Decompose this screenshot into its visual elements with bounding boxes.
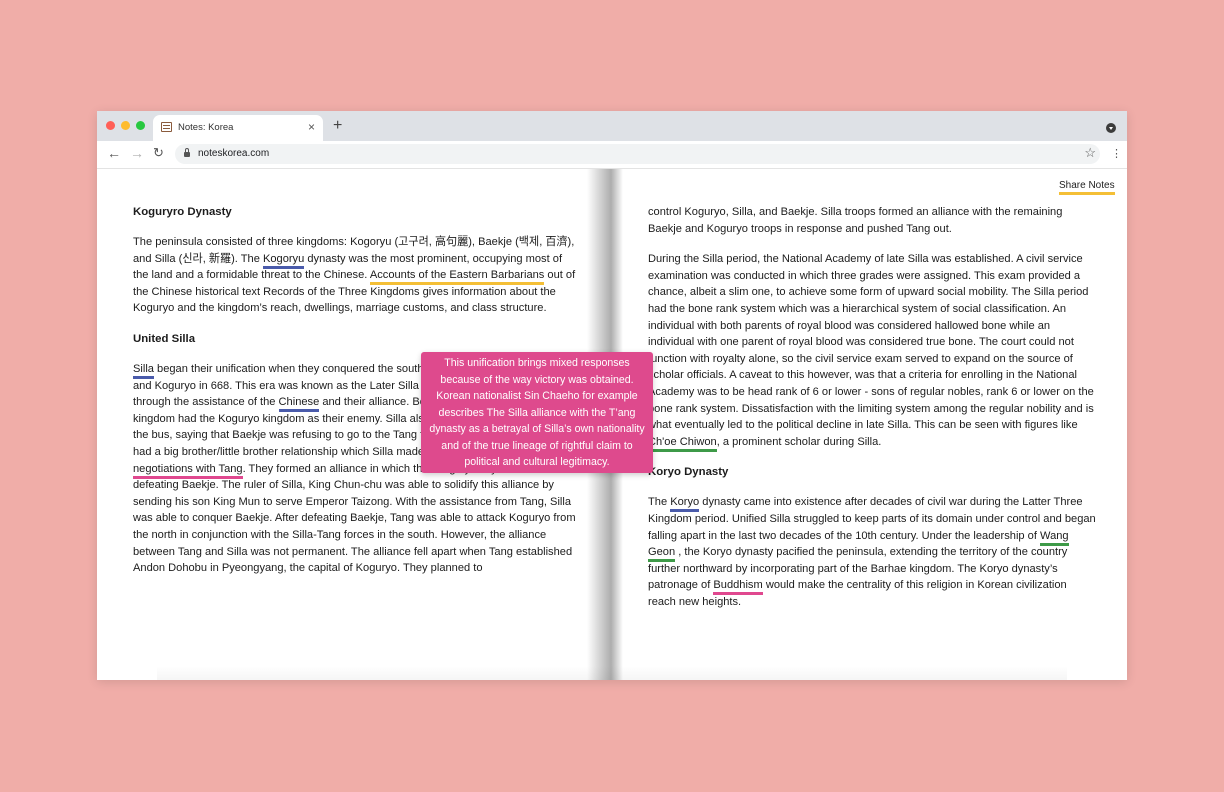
- text-segment: , a prominent scholar during Silla.: [716, 435, 882, 448]
- share-notes-button[interactable]: Share Notes: [1059, 180, 1115, 195]
- address-bar[interactable]: noteskorea.com ☆: [175, 144, 1100, 164]
- highlight-negotiations-with-tang[interactable]: negotiations with Tang: [133, 462, 243, 479]
- paragraph-control-koguryo: control Koguryo, Silla, and Baekje. Sill…: [648, 206, 1063, 235]
- right-page: control Koguryo, Silla, and Baekje. Sill…: [648, 204, 1096, 624]
- plus-icon[interactable]: +: [333, 117, 342, 135]
- heading-koryo-dynasty: Koryo Dynasty: [648, 466, 729, 479]
- paragraph-koryo: The Koryo dynasty came into existence af…: [648, 494, 1096, 610]
- highlight-chinese[interactable]: Chinese: [278, 396, 320, 413]
- text-segment: . They formed an alliance in which the T…: [133, 462, 577, 575]
- maximize-window-button[interactable]: [136, 121, 145, 130]
- paragraph-national-academy: During the Silla period, the National Ac…: [648, 251, 1096, 452]
- close-window-button[interactable]: [106, 121, 115, 130]
- close-icon[interactable]: ×: [308, 120, 315, 134]
- highlight-kogoryu[interactable]: Kogoryu: [262, 252, 305, 269]
- tab-title: Notes: Korea: [178, 122, 234, 133]
- lock-icon: [184, 148, 190, 157]
- highlight-accounts-of-the-eastern-barbarians[interactable]: Accounts of the Eastern Barbarians: [369, 269, 545, 286]
- text-segment: dynasty came into existence after decade…: [648, 496, 1096, 542]
- browser-toolbar: ← → ↻ noteskorea.com ☆ ⋮: [97, 141, 1127, 169]
- forward-arrow-icon[interactable]: →: [130, 145, 144, 161]
- back-arrow-icon[interactable]: ←: [107, 145, 121, 161]
- url-text: noteskorea.com: [198, 148, 270, 159]
- highlight-silla[interactable]: Silla: [133, 362, 154, 379]
- chevron-down-icon[interactable]: [1106, 123, 1116, 133]
- annotation-tooltip: This unification brings mixed responses …: [421, 352, 653, 473]
- tab-strip: Notes: Korea × +: [97, 111, 1127, 141]
- text-segment: The: [648, 496, 671, 509]
- kebab-menu-icon[interactable]: ⋮: [1111, 147, 1122, 161]
- highlight-buddhism[interactable]: Buddhism: [713, 579, 763, 596]
- reload-icon[interactable]: ↻: [153, 145, 164, 161]
- text-segment: During the Silla period, the National Ac…: [648, 253, 1094, 432]
- page-viewport: Koguryro Dynasty The peninsula consisted…: [97, 169, 1127, 680]
- heading-koguryro-dynasty: Koguryro Dynasty: [133, 206, 232, 218]
- minimize-window-button[interactable]: [121, 121, 130, 130]
- star-icon[interactable]: ☆: [1084, 145, 1096, 161]
- tab-notes-korea[interactable]: Notes: Korea ×: [153, 115, 323, 141]
- highlight-koryo[interactable]: Koryo: [670, 496, 700, 513]
- paragraph-peninsula: The peninsula consisted of three kingdom…: [133, 234, 578, 317]
- browser-window: Notes: Korea × + ← → ↻ noteskorea.com ☆ …: [97, 111, 1127, 680]
- notebook-icon: [161, 122, 172, 132]
- heading-united-silla: United Silla: [133, 332, 196, 345]
- highlight-choe-chiwon[interactable]: Ch'oe Chiwon: [648, 435, 717, 452]
